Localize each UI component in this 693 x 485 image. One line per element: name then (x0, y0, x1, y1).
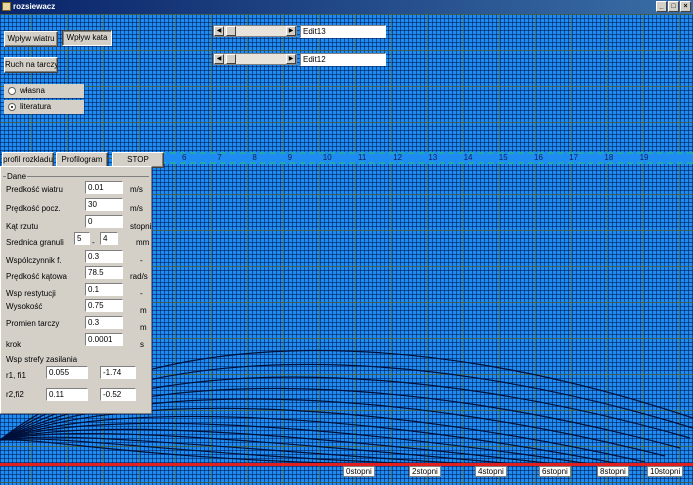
field-label: Wsp restytucji (6, 289, 56, 298)
field-unit: stopni (130, 222, 152, 231)
scroll-left-icon[interactable]: ◀ (214, 54, 224, 64)
field-label: Prędkość pocz. (6, 204, 61, 213)
granule-max-field[interactable]: 4 (100, 232, 118, 245)
field-label: Wspólczynnik f. (6, 256, 62, 265)
scale-tick-label: 9 (287, 153, 293, 162)
radio-literature-label: literatura (20, 102, 52, 111)
field-unit: m (140, 323, 147, 332)
radio-literature[interactable]: literatura (4, 100, 84, 114)
field-unit: s (140, 340, 144, 349)
radio-literature-indicator[interactable] (8, 103, 16, 111)
field-label: krok (6, 340, 22, 349)
scroll-left-icon[interactable]: ◀ (214, 26, 224, 36)
field-unit: m/s (130, 204, 143, 213)
field-unit: m/s (130, 185, 143, 194)
scale-tick-label: 14 (463, 153, 473, 162)
field-label: Wysokość (6, 302, 43, 311)
scale-tick-label: 17 (569, 153, 579, 162)
restitution-field[interactable]: 0.1 (85, 283, 123, 296)
field-unit: m (140, 306, 147, 315)
radio-own[interactable]: własna (4, 84, 84, 98)
scale-tick-label: 12 (393, 153, 403, 162)
minimize-icon[interactable]: _ (656, 1, 667, 12)
field-unit: - (140, 289, 143, 298)
zone1-fi-field[interactable]: -1.74 (100, 366, 136, 379)
radio-own-indicator[interactable] (8, 87, 16, 95)
zone-title: Wsp strefy zasilania (6, 355, 78, 364)
angle-label: 2stopni (409, 466, 441, 477)
field-unit: - (140, 256, 143, 265)
scale-tick-label: 8 (252, 153, 257, 162)
disc-radius-field[interactable]: 0.3 (85, 316, 123, 329)
field-unit: mm (136, 238, 150, 247)
step-field[interactable]: 0.0001 (85, 333, 123, 346)
window-title: rozsiewacz (13, 2, 56, 11)
scale-tick-label: 7 (217, 153, 222, 162)
title-bar: rozsiewacz _ □ × (0, 0, 693, 14)
scrollbar-edit13[interactable]: ◀ ▶ (213, 25, 297, 37)
zone2-fi-field[interactable]: -0.52 (100, 388, 136, 401)
scroll-thumb[interactable] (226, 54, 236, 64)
scroll-right-icon[interactable]: ▶ (286, 54, 296, 64)
zone1-r-field[interactable]: 0.055 (46, 366, 88, 379)
field-label: Promien tarczy (6, 319, 60, 328)
wind-speed-field[interactable]: 0.01 (85, 181, 123, 194)
scale-tick-label: 11 (358, 153, 367, 162)
initial-speed-field[interactable]: 30 (85, 198, 123, 211)
granule-min-field[interactable]: 5 (74, 232, 90, 245)
wind-effect-button[interactable]: Wpływ wiatru (4, 31, 58, 47)
angle-label: 0stopni (343, 466, 375, 477)
close-icon[interactable]: × (680, 1, 691, 12)
scale-tick-label: 15 (498, 153, 508, 162)
scale-tick-label: 13 (428, 153, 438, 162)
zone-row-label: r1, fi1 (6, 371, 27, 380)
field-label: Prędkość kątowa (6, 272, 67, 281)
scale-tick-label: 10 (322, 153, 332, 162)
zone-row-label: r2,fi2 (6, 390, 24, 399)
field-label: Kąt rzutu (6, 222, 39, 231)
angle-label: 8stopni (597, 466, 629, 477)
friction-field[interactable]: 0.3 (85, 250, 123, 263)
height-field[interactable]: 0.75 (85, 299, 123, 312)
scale-tick-label: 18 (604, 153, 614, 162)
disc-motion-button[interactable]: Ruch na tarczy (4, 57, 58, 73)
field-label: Predkość wiatru (6, 185, 63, 194)
granule-separator: - (92, 238, 95, 247)
granule-label: Srednica granuli (6, 238, 64, 247)
app-icon (2, 2, 11, 11)
scale-tick-label: 6 (182, 153, 187, 162)
scrollbar-edit12[interactable]: ◀ ▶ (213, 53, 297, 65)
scroll-right-icon[interactable]: ▶ (286, 26, 296, 36)
angle-label: 10stopni (647, 466, 684, 477)
angle-label: 4stopni (475, 466, 507, 477)
scale-tick-label: 16 (534, 153, 543, 162)
edit12-field[interactable]: Edit12 (300, 53, 386, 66)
zone2-r-field[interactable]: 0.11 (46, 388, 88, 401)
edit13-field[interactable]: Edit13 (300, 25, 386, 38)
group-title: Dane (6, 172, 28, 181)
maximize-icon[interactable]: □ (668, 1, 679, 12)
angle-effect-button[interactable]: Wpływ kata (62, 30, 112, 46)
scale-tick-label: 19 (639, 153, 649, 162)
radio-own-label: własna (20, 86, 45, 95)
angular-speed-field[interactable]: 78.5 (85, 266, 123, 279)
scroll-thumb[interactable] (226, 26, 236, 36)
angle-label: 6stopni (539, 466, 571, 477)
throw-angle-field[interactable]: 0 (85, 215, 123, 228)
field-unit: rad/s (130, 272, 148, 281)
